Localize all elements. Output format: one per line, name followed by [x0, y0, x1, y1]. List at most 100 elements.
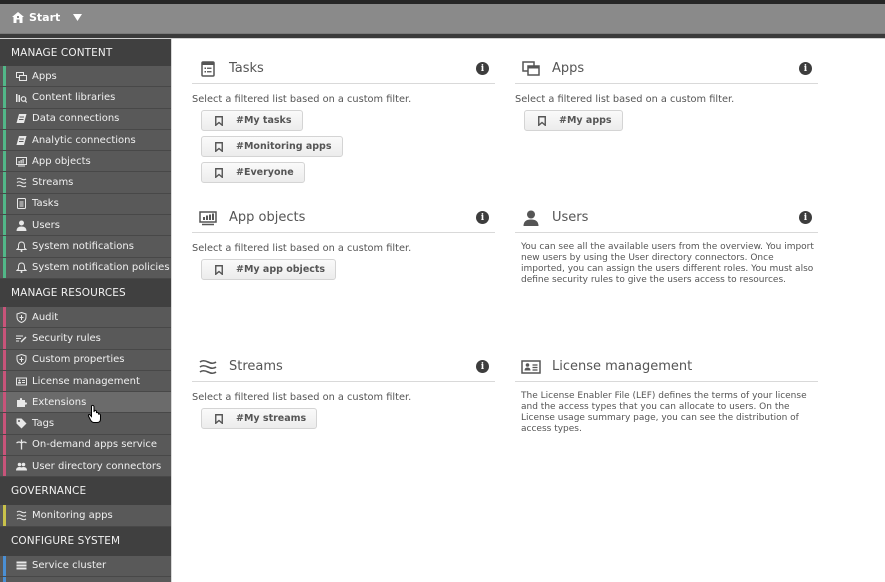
sidebar-item-partial[interactable]: [0, 576, 171, 582]
sidebar-item-apps[interactable]: Apps: [0, 66, 171, 88]
card-tasks: Tasks i Select a filtered list based on …: [192, 54, 495, 183]
sidebar-item-users[interactable]: Users: [0, 215, 171, 237]
data-connections-icon: [16, 113, 27, 124]
sidebar-item-extensions[interactable]: Extensions: [0, 392, 171, 414]
sidebar: MANAGE CONTENT Apps Content libraries Da…: [0, 39, 172, 582]
section-header-manage-resources: MANAGE RESOURCES: [0, 278, 171, 307]
sidebar-item-label: Streams: [32, 177, 74, 189]
filter-chip-my-tasks[interactable]: #My tasks: [201, 110, 303, 131]
sidebar-item-monitoring-apps[interactable]: Monitoring apps: [0, 505, 171, 527]
sidebar-item-license-management[interactable]: License management: [0, 370, 171, 393]
info-icon[interactable]: i: [476, 62, 489, 75]
bell-icon: [16, 241, 27, 253]
main-content: Tasks i Select a filtered list based on …: [173, 39, 885, 582]
section-header-configure-system: CONFIGURE SYSTEM: [0, 526, 171, 556]
sidebar-item-label: Service cluster: [32, 560, 107, 572]
filter-chips: #My apps: [515, 105, 818, 131]
sidebar-item-label: Tags: [32, 418, 55, 430]
sidebar-item-label: Audit: [32, 311, 59, 323]
sidebar-item-label: Users: [32, 219, 61, 231]
bookmark-icon: [215, 115, 223, 126]
card-description: Select a filtered list based on a custom…: [192, 94, 412, 105]
card-title: Streams: [229, 359, 283, 374]
home-icon: [12, 12, 24, 23]
filter-chip-my-apps[interactable]: #My apps: [524, 110, 623, 131]
info-icon[interactable]: i: [799, 62, 812, 75]
card-header: App objects i: [192, 203, 495, 233]
info-icon[interactable]: i: [799, 211, 812, 224]
card-header: License management: [515, 352, 818, 382]
card-title: Users: [552, 210, 589, 225]
chip-label: #My apps: [559, 115, 612, 126]
sidebar-item-label: Monitoring apps: [32, 509, 113, 521]
hand-cursor-icon: [87, 404, 101, 423]
sidebar-item-system-notification-policies[interactable]: System notification policies: [0, 257, 171, 279]
card-title: App objects: [229, 210, 306, 225]
top-bar: Start: [0, 4, 885, 34]
bookmark-icon: [215, 167, 223, 178]
shield-icon: [16, 311, 27, 323]
sidebar-item-streams[interactable]: Streams: [0, 172, 171, 194]
tasks-icon: [16, 198, 27, 210]
sidebar-item-tags[interactable]: Tags: [0, 413, 171, 435]
sidebar-item-label: License management: [32, 375, 140, 387]
card-license-management: License management The License Enabler F…: [515, 352, 818, 435]
card-app-objects: App objects i Select a filtered list bas…: [192, 203, 495, 280]
card-header: Tasks i: [192, 54, 495, 84]
sidebar-item-service-cluster[interactable]: Service cluster: [0, 555, 171, 577]
sidebar-item-tasks[interactable]: Tasks: [0, 193, 171, 216]
chip-label: #My app objects: [236, 264, 326, 275]
bookmark-icon: [538, 115, 546, 126]
sidebar-item-user-directory-connectors[interactable]: User directory connectors: [0, 456, 171, 478]
sidebar-item-security-rules[interactable]: Security rules: [0, 328, 171, 350]
filter-chips: #My app objects: [192, 254, 495, 280]
sidebar-item-analytic-connections[interactable]: Analytic connections: [0, 129, 171, 152]
card-description: The License Enabler File (LEF) defines t…: [521, 391, 807, 434]
card-description: Select a filtered list based on a custom…: [515, 94, 735, 105]
chip-label: #My streams: [236, 413, 307, 424]
sidebar-item-label: Content libraries: [32, 91, 116, 103]
puzzle-icon: [16, 397, 27, 408]
service-cluster-icon: [16, 560, 27, 571]
section-header-manage-content: MANAGE CONTENT: [0, 39, 171, 66]
streams-icon: [16, 177, 27, 188]
filter-chip-everyone[interactable]: #Everyone: [201, 162, 305, 183]
chip-label: #My tasks: [236, 115, 292, 126]
start-menu-button[interactable]: Start: [12, 11, 83, 24]
apps-icon: [521, 59, 541, 79]
security-rules-icon: [16, 333, 27, 344]
users-group-icon: [16, 461, 27, 472]
card-title: Tasks: [229, 61, 264, 76]
card-header: Apps i: [515, 54, 818, 84]
filter-chip-monitoring-apps[interactable]: #Monitoring apps: [201, 136, 343, 157]
sidebar-item-label: User directory connectors: [32, 460, 162, 472]
sidebar-item-label: Apps: [32, 70, 57, 82]
info-icon[interactable]: i: [476, 211, 489, 224]
sidebar-item-label: Extensions: [32, 396, 87, 408]
sidebar-item-data-connections[interactable]: Data connections: [0, 108, 171, 130]
sidebar-item-label: On-demand apps service: [32, 439, 158, 451]
card-header: Streams i: [192, 352, 495, 382]
tag-icon: [16, 418, 27, 429]
bookmark-icon: [215, 264, 223, 275]
filter-chip-my-streams[interactable]: #My streams: [201, 408, 318, 429]
sidebar-item-audit[interactable]: Audit: [0, 306, 171, 329]
sidebar-item-custom-properties[interactable]: Custom properties: [0, 349, 171, 371]
sidebar-item-on-demand-apps-service[interactable]: On-demand apps service: [0, 434, 171, 457]
filter-chips: #My tasks #Monitoring apps #Everyone: [192, 105, 495, 183]
sidebar-item-app-objects[interactable]: App objects: [0, 151, 171, 173]
filter-chip-my-app-objects[interactable]: #My app objects: [201, 259, 337, 280]
caret-down-icon[interactable]: [73, 14, 83, 21]
user-icon: [521, 208, 541, 228]
on-demand-icon: [16, 439, 27, 450]
card-apps: Apps i Select a filtered list based on a…: [515, 54, 818, 131]
start-label: Start: [29, 11, 61, 24]
section-header-governance: GOVERNANCE: [0, 477, 171, 506]
sidebar-item-label: Custom properties: [32, 354, 125, 366]
streams-icon: [16, 510, 27, 521]
sidebar-item-content-libraries[interactable]: Content libraries: [0, 87, 171, 109]
card-description: You can see all the available users from…: [521, 242, 814, 285]
info-icon[interactable]: i: [476, 360, 489, 373]
sidebar-item-system-notifications[interactable]: System notifications: [0, 236, 171, 258]
card-title: License management: [552, 359, 693, 374]
